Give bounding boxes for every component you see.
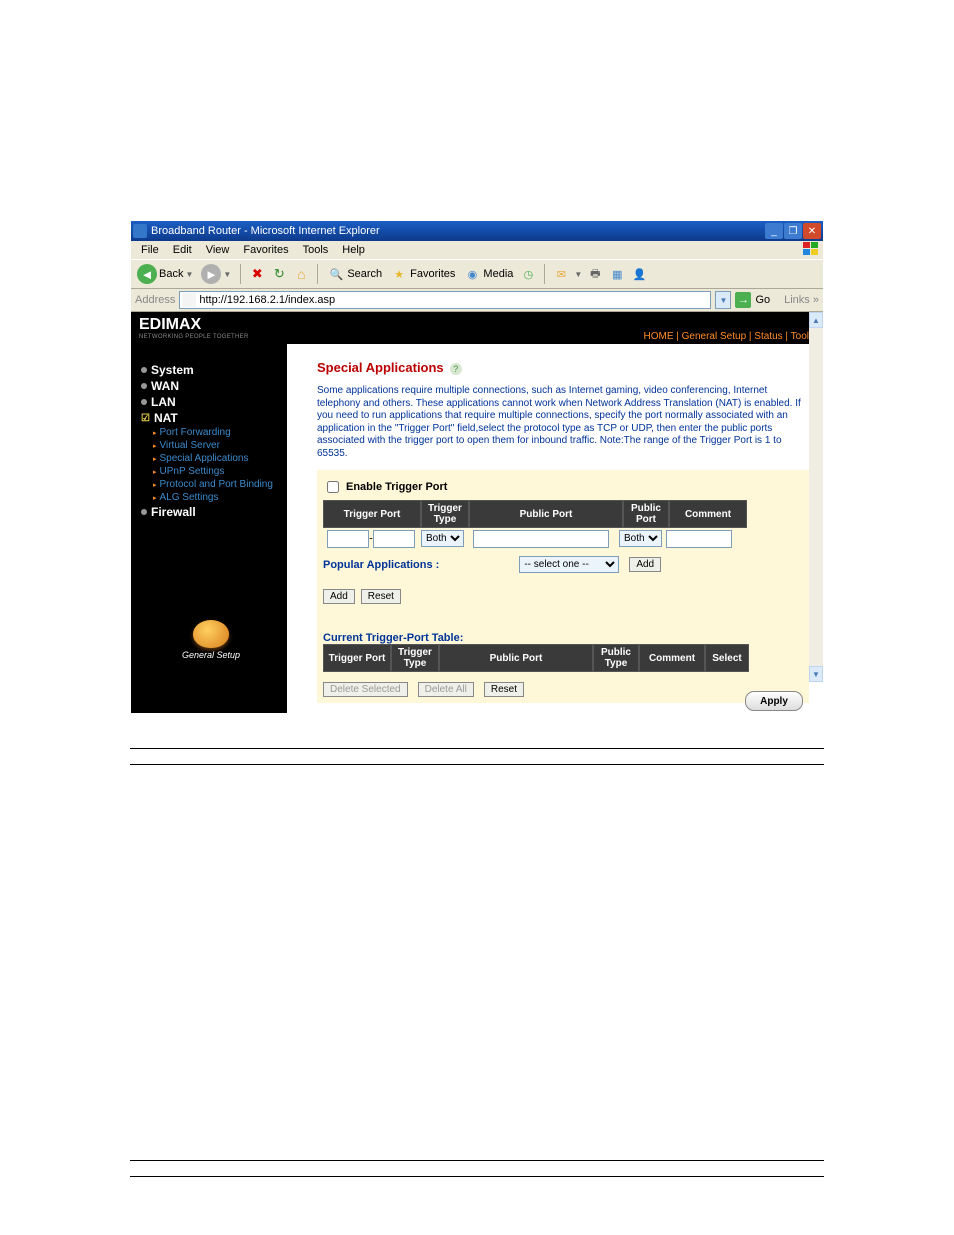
- minimize-button[interactable]: _: [765, 223, 783, 239]
- hr-2: [130, 763, 824, 765]
- window-title: Broadband Router - Microsoft Internet Ex…: [151, 225, 380, 237]
- delete-all-button[interactable]: Delete All: [418, 682, 474, 697]
- brand-tagline: NETWORKING PEOPLE TOGETHER: [139, 334, 249, 340]
- scroll-up-button[interactable]: ▲: [809, 312, 823, 328]
- menubar: File Edit View Favorites Tools Help: [131, 241, 823, 259]
- main-panel: Special Applications ? Some applications…: [287, 344, 823, 713]
- favorites-label: Favorites: [410, 268, 455, 280]
- windows-logo-icon: [803, 242, 819, 256]
- page-icon: [182, 293, 196, 307]
- hr-3: [130, 1159, 824, 1161]
- enable-trigger-port-checkbox[interactable]: [327, 481, 339, 493]
- sidebar-sub-protocol-port-binding[interactable]: ▸Protocol and Port Binding: [141, 478, 281, 491]
- search-label: Search: [347, 268, 382, 280]
- close-button[interactable]: ✕: [803, 223, 821, 239]
- menu-help[interactable]: Help: [336, 243, 371, 257]
- current-table-title: Current Trigger-Port Table:: [323, 632, 803, 644]
- help-icon[interactable]: ?: [450, 363, 462, 375]
- back-button[interactable]: ◄Back▼: [135, 263, 195, 285]
- sidebar: System WAN LAN ☑NAT ▸Port Forwarding ▸Vi…: [131, 344, 287, 713]
- sidebar-item-nat[interactable]: ☑NAT: [141, 410, 281, 426]
- print-button[interactable]: 🖶: [586, 265, 604, 283]
- address-bar: Address http://192.168.2.1/index.asp ▼ →…: [131, 289, 823, 312]
- brand-logo: EDIMAX: [139, 316, 249, 334]
- top-nav: HOME | General Setup | Status | Tool: [643, 331, 809, 342]
- nav-status[interactable]: Status: [754, 331, 782, 342]
- nav-general-setup[interactable]: General Setup: [682, 331, 747, 342]
- comment-input[interactable]: [666, 530, 732, 548]
- maximize-button[interactable]: ❐: [784, 223, 802, 239]
- menu-file[interactable]: File: [135, 243, 165, 257]
- sidebar-sub-virtual-server[interactable]: ▸Virtual Server: [141, 439, 281, 452]
- hr-4: [130, 1175, 824, 1177]
- public-port-input[interactable]: [473, 530, 609, 548]
- popular-apps-select[interactable]: -- select one --: [519, 556, 619, 573]
- globe-icon: [193, 620, 229, 648]
- address-input[interactable]: http://192.168.2.1/index.asp: [179, 291, 711, 309]
- vertical-scrollbar[interactable]: ▲ ▼: [809, 312, 823, 682]
- address-label: Address: [135, 294, 175, 306]
- nav-tool[interactable]: Tool: [791, 331, 809, 342]
- menu-tools[interactable]: Tools: [297, 243, 335, 257]
- current-table-header: Trigger Port Trigger Type Public Port Pu…: [323, 644, 803, 672]
- history-button[interactable]: ◷: [519, 265, 537, 283]
- edit-button[interactable]: ▦: [608, 265, 626, 283]
- sidebar-sub-port-forwarding[interactable]: ▸Port Forwarding: [141, 426, 281, 439]
- trigger-type-select[interactable]: Both: [421, 530, 464, 547]
- add-button[interactable]: Add: [323, 589, 355, 604]
- brand-header: EDIMAX NETWORKING PEOPLE TOGETHER HOME |…: [131, 312, 823, 344]
- sidebar-sub-special-applications[interactable]: ▸Special Applications: [141, 452, 281, 465]
- sidebar-sub-upnp[interactable]: ▸UPnP Settings: [141, 465, 281, 478]
- messenger-button[interactable]: 👤: [630, 265, 648, 283]
- trigger-port-end-input[interactable]: [373, 530, 415, 548]
- ie-icon: [133, 224, 147, 238]
- nav-home[interactable]: HOME: [643, 331, 673, 342]
- trigger-port-start-input[interactable]: [327, 530, 369, 548]
- go-button[interactable]: →: [735, 292, 751, 308]
- search-button[interactable]: 🔍Search: [325, 264, 384, 284]
- reset-button[interactable]: Reset: [361, 589, 401, 604]
- forward-button[interactable]: ►▼: [199, 263, 233, 285]
- window-titlebar: Broadband Router - Microsoft Internet Ex…: [131, 221, 823, 241]
- input-table-header: Trigger Port Trigger Type Public Port Pu…: [323, 500, 803, 528]
- back-label: Back: [159, 268, 183, 280]
- sidebar-item-lan[interactable]: LAN: [141, 394, 281, 410]
- mail-button[interactable]: ✉: [552, 265, 570, 283]
- address-url: http://192.168.2.1/index.asp: [199, 294, 335, 306]
- delete-selected-button[interactable]: Delete Selected: [323, 682, 408, 697]
- sidebar-caption: General Setup: [141, 650, 281, 660]
- stop-button[interactable]: ✖: [248, 265, 266, 283]
- refresh-button[interactable]: ↻: [270, 265, 288, 283]
- input-table-row: - Both Both: [323, 528, 803, 550]
- enable-trigger-port-label: Enable Trigger Port: [346, 481, 447, 493]
- toolbar: ◄Back▼ ►▼ ✖ ↻ ⌂ 🔍Search ★Favorites ◉Medi…: [131, 259, 823, 289]
- config-area: Enable Trigger Port Trigger Port Trigger…: [317, 470, 809, 703]
- popular-add-button[interactable]: Add: [629, 557, 661, 572]
- menu-favorites[interactable]: Favorites: [237, 243, 294, 257]
- menu-view[interactable]: View: [200, 243, 236, 257]
- sidebar-item-system[interactable]: System: [141, 362, 281, 378]
- scroll-track[interactable]: [809, 328, 823, 666]
- address-dropdown[interactable]: ▼: [715, 291, 731, 309]
- public-type-select[interactable]: Both: [619, 530, 662, 547]
- reset-table-button[interactable]: Reset: [484, 682, 524, 697]
- sidebar-item-firewall[interactable]: Firewall: [141, 504, 281, 520]
- popular-apps-label: Popular Applications :: [323, 559, 439, 571]
- go-label: Go: [755, 294, 770, 306]
- links-label[interactable]: Links »: [784, 294, 819, 306]
- sidebar-item-wan[interactable]: WAN: [141, 378, 281, 394]
- hr-1: [130, 747, 824, 749]
- sidebar-sub-alg[interactable]: ▸ALG Settings: [141, 491, 281, 504]
- apply-button[interactable]: Apply: [745, 691, 803, 711]
- home-button[interactable]: ⌂: [292, 265, 310, 283]
- page-title: Special Applications: [317, 360, 444, 375]
- scroll-down-button[interactable]: ▼: [809, 666, 823, 682]
- page-description: Some applications require multiple conne…: [317, 385, 809, 460]
- media-button[interactable]: ◉Media: [461, 264, 515, 284]
- menu-edit[interactable]: Edit: [167, 243, 198, 257]
- media-label: Media: [483, 268, 513, 280]
- favorites-button[interactable]: ★Favorites: [388, 264, 457, 284]
